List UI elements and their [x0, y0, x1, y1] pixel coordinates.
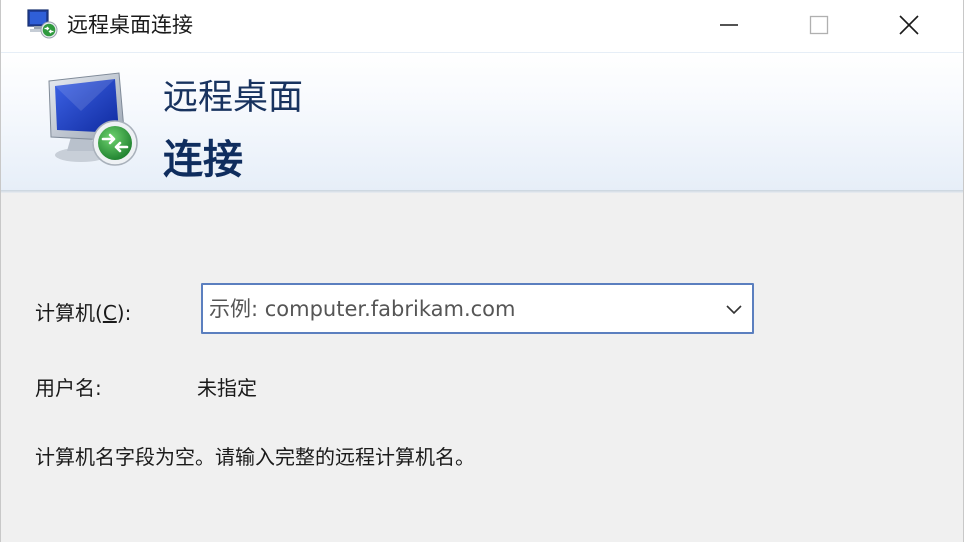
maximize-button[interactable]	[773, 0, 865, 50]
computer-label-prefix: 计算机(	[35, 301, 103, 325]
computer-input[interactable]	[209, 293, 709, 325]
close-icon	[898, 14, 920, 36]
computer-label-accelerator: C	[102, 301, 117, 325]
close-button[interactable]	[863, 0, 955, 50]
username-value: 未指定	[197, 376, 257, 400]
computer-combobox[interactable]	[201, 283, 754, 334]
title-bar[interactable]: 远程桌面连接	[1, 0, 963, 52]
window-title: 远程桌面连接	[67, 13, 193, 37]
header-banner: 远程桌面 连接	[1, 52, 963, 192]
username-label: 用户名:	[35, 376, 102, 400]
banner-title-line2: 连接	[163, 137, 243, 183]
remote-desktop-monitor-icon	[41, 71, 141, 171]
minimize-icon	[719, 15, 739, 35]
computer-label: 计算机(C):	[35, 299, 131, 327]
remote-desktop-icon	[27, 9, 59, 39]
minimize-button[interactable]	[683, 0, 775, 50]
validation-message: 计算机名字段为空。请输入完整的远程计算机名。	[35, 445, 475, 469]
computer-label-suffix: ):	[116, 301, 132, 325]
maximize-icon	[809, 15, 829, 35]
remote-desktop-window: 远程桌面连接 远程桌面 连接 计算机(C): 示例: computer.fabr…	[0, 0, 964, 542]
banner-title-line1: 远程桌面	[163, 78, 304, 118]
banner-divider	[1, 190, 963, 193]
chevron-down-icon[interactable]	[722, 298, 746, 320]
